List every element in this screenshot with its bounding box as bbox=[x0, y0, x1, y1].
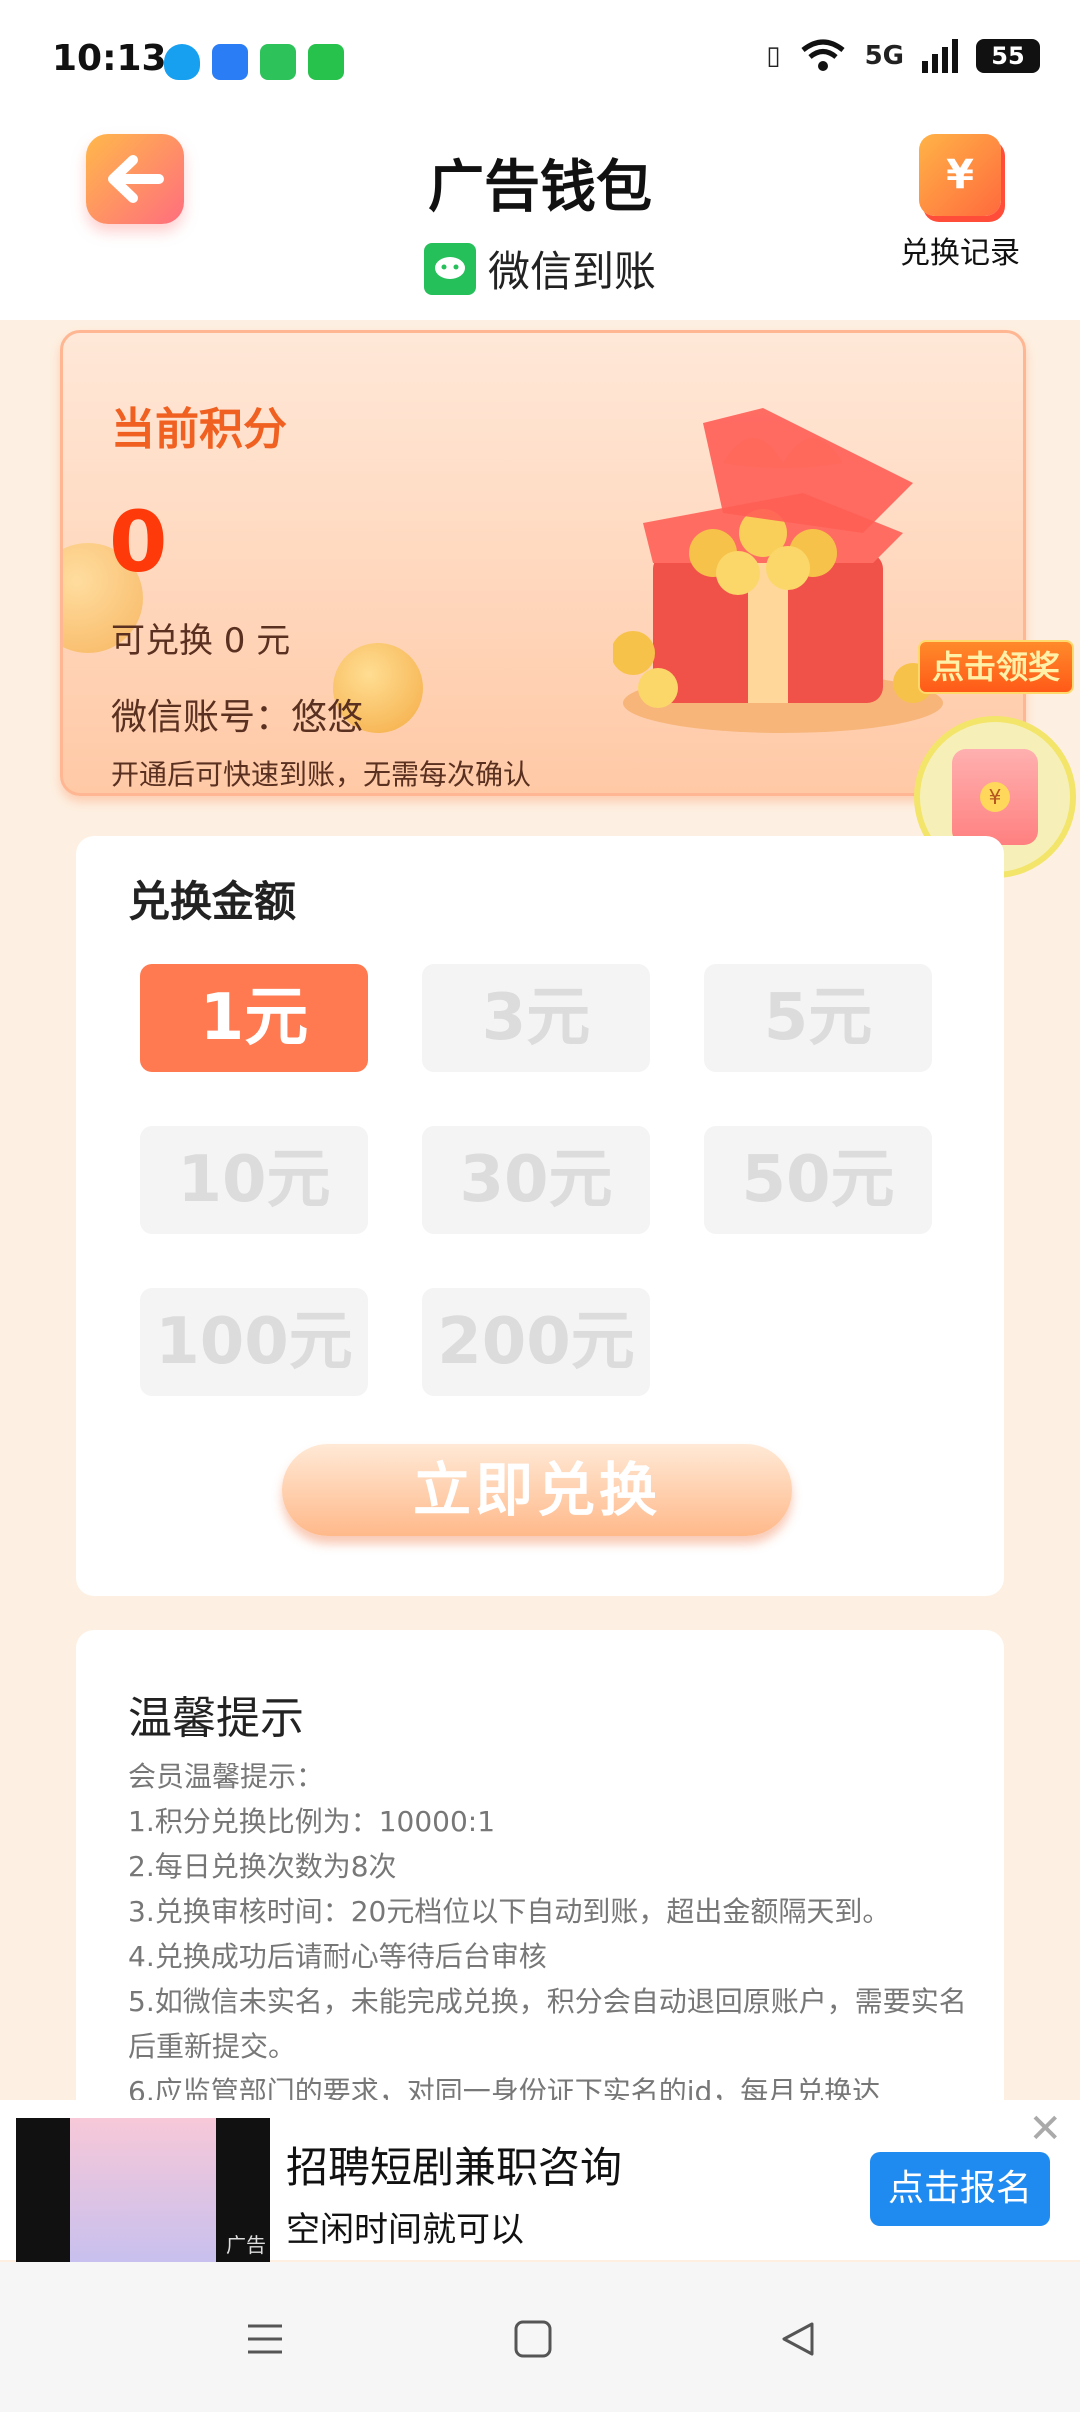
store-notification-icon bbox=[308, 44, 344, 80]
redeemable-amount: 可兑换 0 元 bbox=[111, 621, 291, 661]
home-icon[interactable] bbox=[512, 2318, 554, 2360]
qq-notification-icon bbox=[164, 44, 200, 80]
phone-notification-icon bbox=[260, 44, 296, 80]
tips-line: 4.兑换成功后请耐心等待后台审核 bbox=[128, 1940, 547, 1973]
amount-option-5[interactable]: 5元 bbox=[704, 964, 932, 1072]
amount-option-100[interactable]: 100元 bbox=[140, 1288, 368, 1396]
amount-card: 兑换金额 1元 3元 5元 10元 30元 50元 100元 200元 立即兑换 bbox=[76, 836, 1004, 1596]
tips-body: 会员温馨提示： 1.积分兑换比例为：10000:1 2.每日兑换次数为8次 3.… bbox=[128, 1754, 968, 2114]
page-header: 广告钱包 微信到账 ¥ 兑换记录 bbox=[0, 120, 1080, 320]
vibrate-icon: ▯ bbox=[766, 41, 781, 71]
amount-option-1[interactable]: 1元 bbox=[140, 964, 368, 1072]
wechat-account: 微信账号：悠悠 bbox=[111, 697, 364, 738]
redeem-now-button[interactable]: 立即兑换 bbox=[282, 1444, 792, 1536]
status-bar: 10:13 ▯ 5G 55 bbox=[0, 0, 1080, 120]
yuan-wallet-icon: ¥ bbox=[919, 134, 1001, 216]
tips-line: 2.每日兑换次数为8次 bbox=[128, 1850, 397, 1883]
network-type: 5G bbox=[864, 41, 904, 71]
amount-option-50[interactable]: 50元 bbox=[704, 1126, 932, 1234]
records-button[interactable]: ¥ 兑换记录 bbox=[880, 134, 1040, 272]
yuan-coin-icon: ¥ bbox=[980, 782, 1010, 812]
wechat-icon bbox=[423, 242, 476, 295]
ad-title: 招聘短剧兼职咨询 bbox=[286, 2143, 623, 2192]
tips-title: 温馨提示 bbox=[128, 1693, 304, 1744]
tips-line: 会员温馨提示： bbox=[128, 1760, 325, 1793]
tips-line: 1.积分兑换比例为：10000:1 bbox=[128, 1805, 496, 1838]
app-notification-icon bbox=[212, 44, 248, 80]
red-envelope-icon: ¥ bbox=[952, 749, 1038, 845]
back-nav-icon[interactable] bbox=[778, 2318, 820, 2360]
amount-option-10[interactable]: 10元 bbox=[140, 1126, 368, 1234]
close-icon[interactable]: ✕ bbox=[1028, 2106, 1062, 2152]
status-indicators: ▯ 5G 55 bbox=[766, 38, 1040, 74]
signal-icon bbox=[922, 39, 958, 73]
ad-mark: 广告 bbox=[226, 2233, 266, 2257]
ad-thumbnail[interactable]: 广告 bbox=[16, 2118, 270, 2262]
records-label: 兑换记录 bbox=[900, 236, 1020, 271]
ad-banner[interactable]: 广告 招聘短剧兼职咨询 空闲时间就可以 点击报名 ✕ bbox=[0, 2100, 1080, 2262]
amount-option-30[interactable]: 30元 bbox=[422, 1126, 650, 1234]
status-time: 10:13 bbox=[52, 38, 167, 79]
ad-signup-button[interactable]: 点击报名 bbox=[870, 2152, 1050, 2226]
points-value: 0 bbox=[109, 493, 168, 591]
payout-method-label: 微信到账 bbox=[487, 247, 656, 296]
wifi-icon bbox=[801, 39, 845, 71]
menu-icon[interactable] bbox=[244, 2318, 286, 2360]
system-nav-bar bbox=[0, 2262, 1080, 2412]
tips-line: 3.兑换审核时间：20元档位以下自动到账，超出金额隔天到。 bbox=[128, 1895, 891, 1928]
points-note: 开通后可快速到账，无需每次确认 bbox=[111, 758, 532, 791]
gift-box-illustration bbox=[613, 408, 943, 733]
claim-reward-tag[interactable]: 点击领奖 bbox=[918, 640, 1074, 694]
points-card: 当前积分 0 可兑换 0 元 微信账号：悠悠 开通后可快速到账，无需每次确认 bbox=[60, 330, 1026, 796]
ad-poster-image bbox=[70, 2118, 220, 2262]
battery-icon: 55 bbox=[976, 39, 1040, 73]
points-title: 当前积分 bbox=[111, 404, 287, 455]
amount-option-3[interactable]: 3元 bbox=[422, 964, 650, 1072]
amount-option-200[interactable]: 200元 bbox=[422, 1288, 650, 1396]
amount-title: 兑换金额 bbox=[128, 877, 297, 926]
thumbnail-bar bbox=[16, 2118, 70, 2262]
ad-subtitle: 空闲时间就可以 bbox=[286, 2210, 524, 2250]
tips-line: 5.如微信未实名，未能完成兑换，积分会自动退回原账户，需要实名后重新提交。 bbox=[128, 1985, 967, 2063]
